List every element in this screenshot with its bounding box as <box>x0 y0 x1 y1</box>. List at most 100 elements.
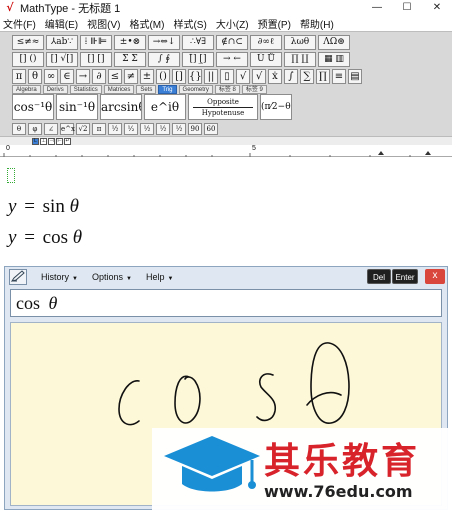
brackets-button[interactable]: [] <box>172 69 186 84</box>
parens-button[interactable]: () <box>156 69 170 84</box>
menu-view[interactable]: 视图(V) <box>87 16 120 31</box>
menu-edit[interactable]: 编辑(E) <box>45 16 78 31</box>
panel-close-button[interactable]: x <box>425 269 445 284</box>
equation-line-1[interactable]: y = sin θ <box>8 196 79 218</box>
nth-root-button[interactable]: √ <box>252 69 266 84</box>
small-sqrt2-button[interactable]: √2 <box>76 123 90 135</box>
dot-accent-button[interactable]: ẋ <box>268 69 282 84</box>
delete-button[interactable]: Del <box>367 269 391 284</box>
tab-geometry[interactable]: Geometry <box>178 85 213 94</box>
set-theory-palette-button[interactable]: ∏ ∐ <box>284 52 316 67</box>
opposite-hypotenuse-template-button[interactable]: Opposite Hypotenuse <box>188 94 258 120</box>
tab-label-8[interactable]: 标签 8 <box>214 85 240 94</box>
small-pi-button[interactable]: π <box>92 123 106 135</box>
menu-format[interactable]: 格式(M) <box>129 16 164 31</box>
fraction-button[interactable]: ▯ <box>220 69 234 84</box>
braces-button[interactable]: {} <box>188 69 202 84</box>
symbol-toolbar: ≤≠≈ ⅄ab∵ ⁞ ⊪⊫ ±•⊗ →⇔↓ ∴∀∃ ∉∩⊂ ∂∞ℓ λωθ ΛΩ… <box>0 31 452 136</box>
embellishments-palette-button[interactable]: ⁞ ⊪⊫ <box>80 35 112 50</box>
pen-icon[interactable] <box>9 268 27 285</box>
matrices-palette-button[interactable]: ▦ ▥ <box>318 52 350 67</box>
integrals-palette-button[interactable]: ∫ ∮ <box>148 52 180 67</box>
bars-palette-button[interactable]: [̄] [̲] <box>182 52 214 67</box>
right-tab-stop-icon[interactable]: ⊣ <box>48 137 55 145</box>
operators-palette-button[interactable]: ±•⊗ <box>114 35 146 50</box>
small-half-button-2[interactable]: ¹⁄₂ <box>124 123 138 135</box>
sum-button[interactable]: ∑ <box>300 69 314 84</box>
spaces-palette-button[interactable]: ⅄ab∵ <box>46 35 78 50</box>
fences-palette-button[interactable]: [] () <box>12 52 44 67</box>
integral-button[interactable]: ∫ <box>284 69 298 84</box>
menu-help[interactable]: 帮助(H) <box>300 16 334 31</box>
pi-over-two-template-button[interactable]: (π⁄2−θ) <box>260 94 292 120</box>
logic-palette-button[interactable]: ∴∀∃ <box>182 35 214 50</box>
arcsin-template-button[interactable]: arcsinθ <box>100 94 142 120</box>
center-tab-stop-icon[interactable]: ⊥ <box>40 137 47 145</box>
close-button[interactable]: ✕ <box>422 0 452 16</box>
equation-editor-canvas[interactable]: y = sin θ y = cos θ <box>0 158 452 266</box>
menu-preferences[interactable]: 预置(P) <box>258 16 291 31</box>
greek-lower-palette-button[interactable]: λωθ <box>284 35 316 50</box>
small-exp-button[interactable]: e^x <box>60 123 75 135</box>
arccos-template-button[interactable]: cos⁻¹θ <box>12 94 54 120</box>
euler-template-button[interactable]: e^iθ <box>144 94 186 120</box>
abs-button[interactable]: || <box>204 69 218 84</box>
left-tab-stop-icon[interactable]: L <box>32 137 39 145</box>
enter-button[interactable]: Enter <box>392 269 418 284</box>
sets-palette-button[interactable]: ∉∩⊂ <box>216 35 248 50</box>
fractions-palette-button[interactable]: [] √[] <box>46 52 78 67</box>
small-half-button-3[interactable]: ½ <box>140 123 154 135</box>
tab-trig[interactable]: Trig <box>158 85 177 94</box>
pi-button[interactable]: π <box>12 69 26 84</box>
history-menu[interactable]: History ▼ <box>41 272 78 282</box>
maximize-button[interactable]: ☐ <box>392 0 422 16</box>
minimize-button[interactable]: — <box>362 0 392 16</box>
arcsin-inverse-template-button[interactable]: sin⁻¹θ <box>56 94 98 120</box>
equation-line-2[interactable]: y = cos θ <box>8 227 82 249</box>
small-half-button-4[interactable]: ½ <box>156 123 170 135</box>
relations-palette-button[interactable]: ≤≠≈ <box>12 35 44 50</box>
small-phi-button[interactable]: φ <box>28 123 42 135</box>
tab-derivs[interactable]: Derivs <box>42 85 68 94</box>
misc-palette-button[interactable]: ∂∞ℓ <box>250 35 282 50</box>
equivalent-button[interactable]: ≡ <box>332 69 346 84</box>
decimal-tab-stop-icon[interactable]: ↵ <box>64 137 71 145</box>
right-arrow-button[interactable]: → <box>76 69 90 84</box>
product-button[interactable]: ∏ <box>316 69 330 84</box>
small-90-button[interactable]: 90 <box>188 123 202 135</box>
tab-matrices[interactable]: Matrices <box>103 85 135 94</box>
small-60-button[interactable]: 60 <box>204 123 218 135</box>
tab-label-9[interactable]: 标签 9 <box>241 85 267 94</box>
tab-statistics[interactable]: Statistics <box>69 85 102 94</box>
menu-style[interactable]: 样式(S) <box>173 16 206 31</box>
relational-tab-stop-icon[interactable]: ⊢ <box>56 137 63 145</box>
preview-variable: θ <box>48 293 58 313</box>
options-menu[interactable]: Options ▼ <box>92 272 132 282</box>
small-theta-button[interactable]: θ <box>12 123 26 135</box>
less-equal-button[interactable]: ≤ <box>108 69 122 84</box>
products-palette-button[interactable]: Ū Ů <box>250 52 282 67</box>
greek-upper-palette-button[interactable]: ΛΩ⊛ <box>318 35 350 50</box>
element-of-button[interactable]: ∈ <box>60 69 74 84</box>
small-half-button-5[interactable]: ½ <box>172 123 186 135</box>
tab-sets[interactable]: Sets <box>136 85 157 94</box>
sums-palette-button[interactable]: Σ Σ <box>114 52 146 67</box>
tab-algebra[interactable]: Algebra <box>12 85 41 94</box>
recognition-preview[interactable]: cos θ <box>10 289 442 317</box>
small-half-button-1[interactable]: ½ <box>108 123 122 135</box>
sqrt-button[interactable]: √ <box>236 69 250 84</box>
menu-file[interactable]: 文件(F) <box>3 16 36 31</box>
plus-minus-button[interactable]: ± <box>140 69 154 84</box>
scripts-palette-button[interactable]: [] [] <box>80 52 112 67</box>
ruler[interactable]: 0 5 <box>0 145 452 157</box>
help-menu[interactable]: Help ▼ <box>146 272 173 282</box>
not-equal-button[interactable]: ≠ <box>124 69 138 84</box>
matrix-button[interactable]: ▤ <box>348 69 362 84</box>
labeled-arrows-palette-button[interactable]: → ← <box>216 52 248 67</box>
theta-button[interactable]: θ <box>28 69 42 84</box>
infinity-button[interactable]: ∞ <box>44 69 58 84</box>
arrows-palette-button[interactable]: →⇔↓ <box>148 35 180 50</box>
menu-size[interactable]: 大小(Z) <box>216 16 249 31</box>
partial-button[interactable]: ∂ <box>92 69 106 84</box>
small-angle-button[interactable]: ∠ <box>44 123 58 135</box>
